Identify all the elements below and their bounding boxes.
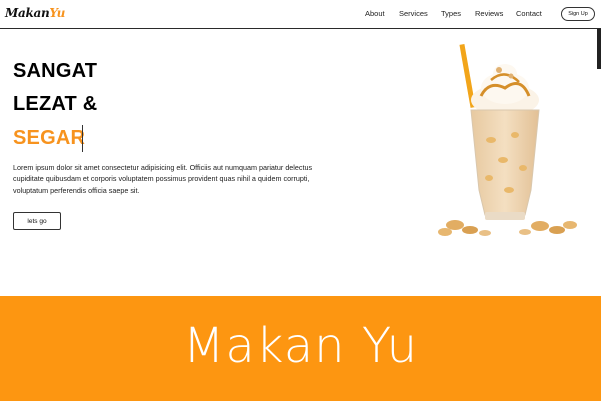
nav-link-types[interactable]: Types — [441, 9, 461, 18]
hero-heading-line-3: SEGAR — [13, 127, 86, 149]
typing-cursor — [82, 125, 83, 152]
nav-link-services[interactable]: Services — [399, 9, 428, 18]
nav-link-contact[interactable]: Contact — [516, 9, 542, 18]
nav-link-about[interactable]: About — [365, 9, 385, 18]
logo-text-main: Makan — [5, 6, 50, 20]
logo-text-accent: Yu — [49, 6, 66, 20]
banner-title: Makan Yu — [182, 318, 419, 374]
lets-go-button[interactable]: lets go — [13, 212, 61, 230]
scrollbar-thumb[interactable] — [597, 29, 601, 69]
navbar: MakanYu About Services Types Reviews Con… — [0, 0, 601, 29]
nav-link-reviews[interactable]: Reviews — [475, 9, 503, 18]
brand-banner: Makan Yu — [0, 296, 601, 401]
signup-button[interactable]: Sign Up — [561, 7, 595, 21]
hero-heading-line-1: SANGAT — [13, 60, 98, 82]
logo[interactable]: MakanYu — [5, 6, 65, 20]
hero-description: Lorem ipsum dolor sit amet consectetur a… — [13, 163, 313, 195]
milkshake-image — [438, 43, 577, 236]
hero-heading-line-2: LEZAT & — [13, 93, 98, 115]
